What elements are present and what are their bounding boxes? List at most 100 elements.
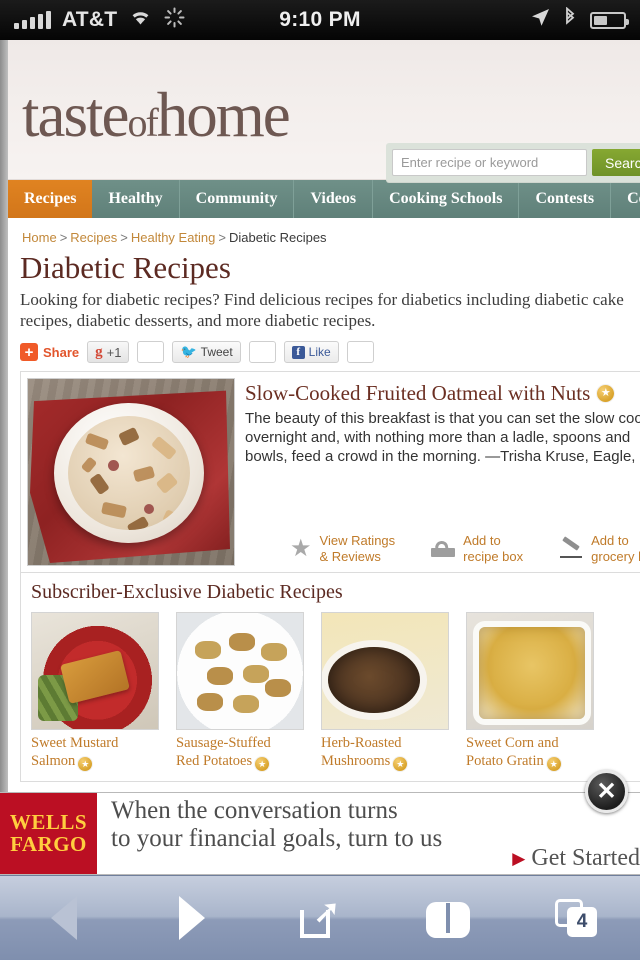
share-label: Share bbox=[43, 344, 80, 360]
ad-close-button[interactable]: ✕ bbox=[585, 770, 628, 813]
recipe-tile-herb-roasted-mushrooms[interactable]: Herb-Roasted Mushrooms ★ bbox=[321, 612, 449, 772]
search-button[interactable]: Search bbox=[592, 149, 640, 176]
featured-desc-line-3: bowls, feed a crowd in the morning. —Tri… bbox=[245, 447, 640, 465]
wifi-icon bbox=[128, 8, 153, 32]
page-title: Diabetic Recipes bbox=[20, 250, 231, 285]
nav-item-cooking-schools[interactable]: Cooking Schools bbox=[373, 180, 520, 218]
tweet-count-bubble bbox=[248, 341, 276, 364]
tile-1-line-1: Sweet Mustard bbox=[31, 735, 119, 752]
iphone-safari-screen: AT&T 9:10 PM tasteofhome Enter recipe or… bbox=[0, 0, 640, 960]
google-g-icon: g bbox=[95, 343, 103, 360]
site-logo[interactable]: tasteofhome bbox=[22, 84, 291, 147]
logo-taste: taste bbox=[22, 80, 129, 150]
site-masthead: tasteofhome Search bbox=[8, 40, 640, 182]
recipe-box-line-2: recipe box bbox=[463, 548, 524, 564]
nav-item-cooking-overflow[interactable]: Coo bbox=[611, 180, 640, 218]
breadcrumb-recipes[interactable]: Recipes bbox=[70, 230, 117, 245]
star-badge-icon: ★ bbox=[393, 757, 408, 772]
tabs-icon: 4 bbox=[555, 899, 597, 937]
recipe-thumbnail[interactable] bbox=[31, 612, 159, 731]
battery-icon bbox=[590, 11, 629, 29]
add-to-recipe-box-action[interactable]: Add to recipe box bbox=[431, 533, 523, 564]
subscriber-exclusive-section: Subscriber-Exclusive Diabetic Recipes Sw… bbox=[20, 573, 640, 783]
nav-item-videos[interactable]: Videos bbox=[294, 180, 374, 218]
featured-recipe-title-row[interactable]: Slow-Cooked Fruited Oatmeal with Nuts ★ bbox=[245, 381, 640, 406]
breadcrumb-home[interactable]: Home bbox=[22, 230, 57, 245]
add-to-grocery-list-action[interactable]: Add to grocery list bbox=[559, 533, 640, 564]
recipe-tile-label: Sweet Mustard Salmon ★ bbox=[31, 735, 159, 772]
star-badge-icon: ★ bbox=[78, 757, 93, 772]
google-plus-one-button[interactable]: g +1 bbox=[87, 341, 130, 364]
ad-banner[interactable]: WELLS FARGO When the conversation turns … bbox=[0, 792, 640, 875]
subscriber-section-heading: Subscriber-Exclusive Diabetic Recipes bbox=[31, 581, 343, 604]
recipe-tile-sweet-corn-potato-gratin[interactable]: Sweet Corn and Potato Gratin ★ bbox=[466, 612, 594, 772]
tile-1-line-2: Salmon bbox=[31, 752, 76, 769]
tweet-label: Tweet bbox=[200, 345, 233, 360]
page-content: Home > Recipes > Healthy Eating > Diabetic Rec… bbox=[8, 218, 640, 783]
featured-recipe-title: Slow-Cooked Fruited Oatmeal with Nuts bbox=[245, 381, 591, 406]
view-ratings-line-2: & Reviews bbox=[319, 548, 381, 564]
tab-count-label: 4 bbox=[567, 907, 597, 937]
web-page-viewport: tasteofhome Search Recipes Healthy Commu… bbox=[0, 40, 640, 875]
nav-item-healthy[interactable]: Healthy bbox=[92, 180, 180, 218]
add-recipe-box-label: Add to recipe box bbox=[463, 533, 523, 564]
featured-recipe-description: The beauty of this breakfast is that you… bbox=[245, 410, 640, 467]
bookmarks-icon bbox=[426, 902, 470, 938]
breadcrumb-sep-3: > bbox=[218, 230, 226, 245]
view-ratings-action[interactable]: ★ View Ratings & Reviews bbox=[290, 533, 395, 564]
breadcrumb-current: Diabetic Recipes bbox=[229, 230, 327, 245]
location-arrow-icon bbox=[531, 8, 550, 32]
recipe-tile-grid: Sweet Mustard Salmon ★ Sausage-Stuffed R… bbox=[31, 612, 634, 772]
breadcrumb-sep-2: > bbox=[120, 230, 128, 245]
breadcrumb-sep-1: > bbox=[59, 230, 68, 245]
plus-icon: + bbox=[20, 343, 38, 362]
forward-button[interactable] bbox=[157, 888, 227, 948]
ad-cta-button[interactable]: ▶ Get Started bbox=[512, 845, 640, 872]
recipe-tile-sweet-mustard-salmon[interactable]: Sweet Mustard Salmon ★ bbox=[31, 612, 159, 772]
page-description: Looking for diabetic recipes? Find delic… bbox=[20, 289, 624, 331]
back-arrow-icon bbox=[51, 896, 77, 940]
recipe-box-icon bbox=[431, 539, 456, 557]
recipe-tile-sausage-stuffed-red-potatoes[interactable]: Sausage-Stuffed Red Potatoes ★ bbox=[176, 612, 304, 772]
ad-copy: When the conversation turns to your fina… bbox=[97, 793, 640, 874]
carrier-label: AT&T bbox=[62, 8, 118, 31]
wf-line-2: FARGO bbox=[10, 831, 87, 856]
signal-bars-icon bbox=[14, 10, 51, 29]
tabs-button[interactable]: 4 bbox=[541, 888, 611, 948]
grocery-line-1: Add to bbox=[591, 533, 629, 549]
wells-fargo-logo: WELLS FARGO bbox=[0, 793, 97, 874]
facebook-f-icon: f bbox=[291, 345, 305, 359]
page-left-gutter bbox=[0, 40, 8, 875]
recipe-tile-label: Sausage-Stuffed Red Potatoes ★ bbox=[176, 735, 304, 772]
back-button[interactable] bbox=[29, 888, 99, 948]
share-button[interactable]: + Share bbox=[20, 341, 79, 363]
bookmarks-button[interactable] bbox=[413, 888, 483, 948]
facebook-like-button[interactable]: f Like bbox=[283, 341, 339, 364]
tile-3-line-2: Mushrooms bbox=[321, 752, 391, 769]
nav-item-contests[interactable]: Contests bbox=[519, 180, 612, 218]
recipe-thumbnail[interactable] bbox=[466, 612, 594, 731]
recipe-thumbnail[interactable] bbox=[176, 612, 304, 731]
featured-recipe-photo[interactable] bbox=[27, 378, 235, 567]
twitter-bird-icon: 🐦 bbox=[180, 344, 197, 360]
gplus-count-bubble bbox=[137, 341, 165, 364]
featured-recipe-actions: ★ View Ratings & Reviews Add to recipe b… bbox=[290, 533, 640, 564]
taste-of-home-site: tasteofhome Search Recipes Healthy Commu… bbox=[8, 40, 640, 783]
recipe-tile-label: Sweet Corn and Potato Gratin ★ bbox=[466, 735, 594, 772]
recipe-thumbnail[interactable] bbox=[321, 612, 449, 731]
tile-4-line-1: Sweet Corn and bbox=[466, 735, 559, 752]
share-icon: ➚ bbox=[300, 895, 341, 938]
breadcrumb-healthy-eating[interactable]: Healthy Eating bbox=[131, 230, 216, 245]
grocery-line-2: grocery list bbox=[591, 548, 640, 564]
star-icon: ★ bbox=[290, 534, 312, 562]
safari-toolbar: ➚ 4 bbox=[0, 875, 640, 960]
wf-line-1: WELLS bbox=[9, 810, 88, 835]
add-grocery-list-label: Add to grocery list bbox=[591, 533, 640, 564]
share-button-toolbar[interactable]: ➚ bbox=[285, 888, 355, 948]
tile-2-line-2: Red Potatoes bbox=[176, 752, 253, 769]
nav-item-recipes[interactable]: Recipes bbox=[8, 180, 93, 218]
nav-item-community[interactable]: Community bbox=[180, 180, 295, 218]
search-input[interactable] bbox=[392, 149, 587, 176]
tweet-button[interactable]: 🐦 Tweet bbox=[172, 341, 241, 364]
status-bar-left: AT&T bbox=[0, 7, 185, 33]
